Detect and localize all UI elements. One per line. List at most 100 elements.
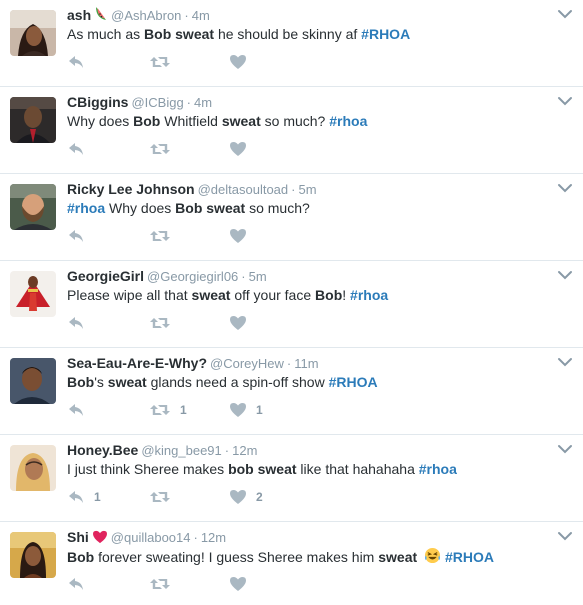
avatar[interactable]	[10, 358, 56, 404]
retweet-icon	[149, 488, 171, 506]
chevron-down-icon[interactable]	[557, 180, 573, 196]
avatar[interactable]	[10, 445, 56, 491]
highlighted-term: sweat	[206, 200, 246, 216]
user-fullname[interactable]: GeorgieGirl	[67, 268, 144, 284]
tweet-item[interactable]: Shi @quillaboo14 · 12m Bob forever sweating!…	[0, 522, 583, 605]
retweet-button[interactable]	[149, 314, 180, 332]
user-handle[interactable]: @CoreyHew	[210, 356, 284, 371]
user-handle[interactable]: @king_bee91	[141, 443, 221, 458]
heart-icon	[229, 575, 247, 593]
tweet-text: I just think Sheree makes bob sweat like…	[67, 460, 457, 479]
watermelon-icon	[94, 6, 108, 26]
like-button[interactable]: 2	[229, 488, 263, 506]
text-fragment: I just think Sheree makes	[67, 461, 229, 477]
reply-button[interactable]	[67, 140, 94, 158]
like-button[interactable]	[229, 140, 256, 158]
retweet-button[interactable]	[149, 488, 180, 506]
retweet-button[interactable]	[149, 227, 180, 245]
tweet-text: #rhoa Why does Bob sweat so much?	[67, 199, 310, 218]
user-fullname[interactable]: Sea-Eau-Are-E-Why?	[67, 355, 207, 371]
tweet-item[interactable]: Ricky Lee Johnson @deltasoultoad · 5m #rhoa …	[0, 174, 583, 261]
heart-icon	[229, 53, 247, 71]
user-handle[interactable]: @deltasoultoad	[198, 182, 289, 197]
retweet-button[interactable]	[149, 575, 180, 593]
chevron-down-icon[interactable]	[557, 93, 573, 109]
reply-icon	[67, 575, 85, 593]
user-fullname[interactable]: CBiggins	[67, 94, 128, 110]
chevron-down-icon[interactable]	[557, 354, 573, 370]
reply-icon	[67, 227, 85, 245]
reply-button[interactable]	[67, 314, 94, 332]
user-fullname[interactable]: Honey.Bee	[67, 442, 138, 458]
avatar[interactable]	[10, 10, 56, 56]
reply-button[interactable]: 1	[67, 488, 101, 506]
like-button[interactable]	[229, 227, 256, 245]
separator-dot: ·	[193, 530, 198, 545]
tweet-item[interactable]: Honey.Bee @king_bee91 · 12m I just think She…	[0, 435, 583, 522]
text-fragment: 's	[94, 374, 108, 390]
reply-icon	[67, 53, 85, 71]
chevron-down-icon[interactable]	[557, 441, 573, 457]
chevron-down-icon[interactable]	[557, 267, 573, 283]
user-handle[interactable]: @Georgiegirl06	[147, 269, 238, 284]
reply-button[interactable]	[67, 575, 94, 593]
timestamp[interactable]: 4m	[194, 95, 212, 110]
hashtag-link[interactable]: #rhoa	[67, 200, 105, 216]
tweet-item[interactable]: ash @AshAbron · 4m As much as Bob sweat he s…	[0, 0, 583, 87]
user-handle[interactable]: @ICBigg	[131, 95, 183, 110]
tweet-item[interactable]: CBiggins @ICBigg · 4m Why does Bob Whitfield…	[0, 87, 583, 174]
separator-dot: ·	[241, 269, 246, 284]
highlighted-term: Bob	[144, 26, 172, 42]
avatar[interactable]	[10, 184, 56, 230]
retweet-icon	[149, 140, 171, 158]
hashtag-link[interactable]: #rhoa	[350, 287, 388, 303]
chevron-down-icon[interactable]	[557, 6, 573, 22]
separator-dot: ·	[291, 182, 296, 197]
avatar[interactable]	[10, 271, 56, 317]
retweet-button[interactable]	[149, 140, 180, 158]
avatar[interactable]	[10, 532, 56, 578]
hashtag-link[interactable]: #rhoa	[329, 113, 367, 129]
tweet-item[interactable]: Sea-Eau-Are-E-Why? @CoreyHew · 11m Bob's swe…	[0, 348, 583, 435]
hashtag-link[interactable]: #RHOA	[329, 374, 378, 390]
highlighted-term: Bob	[315, 287, 343, 303]
avatar[interactable]	[10, 97, 56, 143]
text-fragment: he should be skinny af	[214, 26, 362, 42]
retweet-count: 1	[180, 403, 187, 417]
timestamp[interactable]: 5m	[298, 182, 316, 197]
timestamp[interactable]: 4m	[192, 8, 210, 23]
retweet-button[interactable]	[149, 53, 180, 71]
highlighted-term: Bob	[67, 549, 95, 565]
timestamp[interactable]: 5m	[249, 269, 267, 284]
hashtag-link[interactable]: #rhoa	[419, 461, 457, 477]
chevron-down-icon[interactable]	[557, 528, 573, 544]
reply-button[interactable]	[67, 401, 94, 419]
like-button[interactable]	[229, 314, 256, 332]
retweet-button[interactable]: 1	[149, 401, 187, 419]
hashtag-link[interactable]: #RHOA	[361, 26, 410, 42]
heart-icon	[229, 314, 247, 332]
reply-count: 1	[94, 490, 101, 504]
user-handle[interactable]: @AshAbron	[111, 8, 181, 23]
reply-icon	[67, 140, 85, 158]
timestamp[interactable]: 12m	[201, 530, 226, 545]
reply-button[interactable]	[67, 227, 94, 245]
user-handle[interactable]: @quillaboo14	[111, 530, 191, 545]
timestamp[interactable]: 11m	[294, 356, 318, 371]
tweet-item[interactable]: GeorgieGirl @Georgiegirl06 · 5m Please wipe …	[0, 261, 583, 348]
like-button[interactable]	[229, 575, 256, 593]
text-fragment: Whitfield	[160, 113, 222, 129]
highlighted-term: sweat	[257, 461, 297, 477]
user-fullname[interactable]: Shi	[67, 529, 89, 545]
text-fragment: glands need a spin-off show	[146, 374, 329, 390]
like-button[interactable]	[229, 53, 256, 71]
user-fullname[interactable]: ash	[67, 7, 91, 23]
separator-dot: ·	[184, 8, 189, 23]
hashtag-link[interactable]: #RHOA	[445, 549, 494, 565]
text-fragment: off your face	[230, 287, 316, 303]
timestamp[interactable]: 12m	[232, 443, 257, 458]
tweet-header: Ricky Lee Johnson @deltasoultoad · 5m	[67, 180, 317, 199]
like-button[interactable]: 1	[229, 401, 263, 419]
user-fullname[interactable]: Ricky Lee Johnson	[67, 181, 195, 197]
reply-button[interactable]	[67, 53, 94, 71]
